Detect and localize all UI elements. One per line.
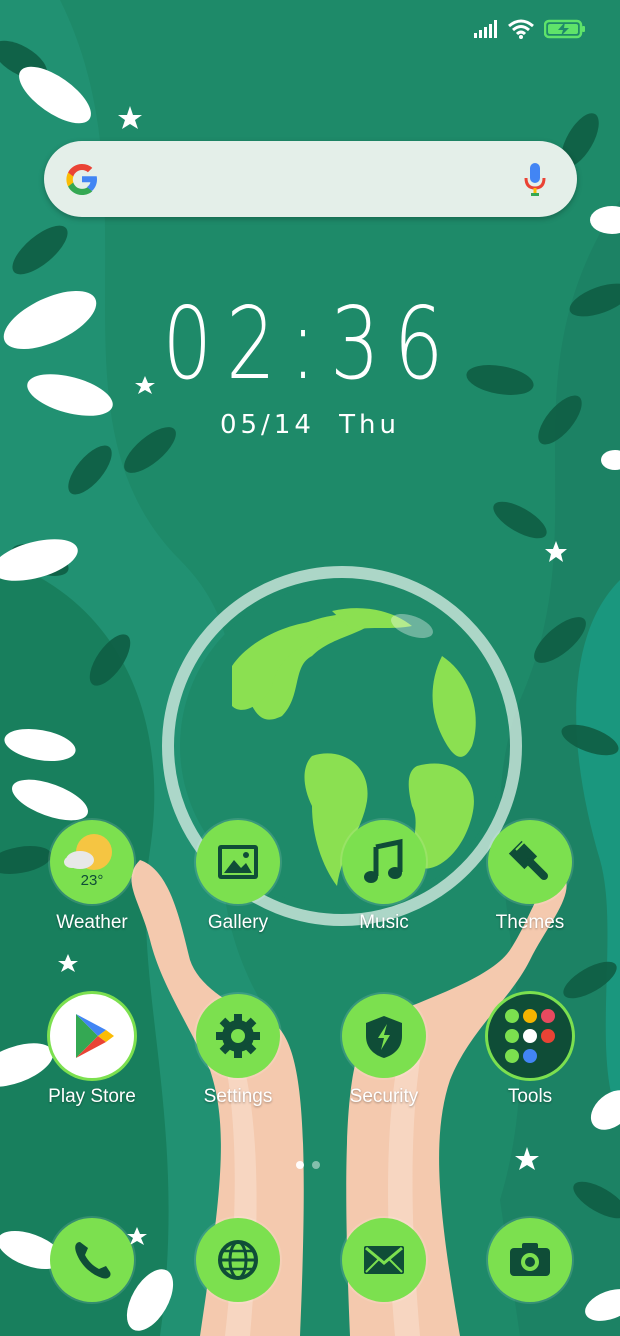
mic-icon[interactable] (523, 161, 547, 197)
phone-icon (50, 1218, 134, 1302)
google-search-bar[interactable] (44, 141, 577, 217)
app-label: Security (349, 1086, 419, 1107)
app-label: Tools (507, 1086, 553, 1107)
app-label: Weather (56, 912, 128, 933)
app-security[interactable]: Security (314, 994, 454, 1108)
battery-charging-icon (544, 19, 585, 39)
app-themes[interactable]: Themes (460, 820, 600, 934)
gallery-icon (196, 820, 280, 904)
app-music[interactable]: Music (314, 820, 454, 934)
status-bar (474, 14, 586, 44)
page-dot[interactable] (312, 1161, 320, 1169)
day-text: Thu (339, 410, 401, 440)
app-play-store[interactable]: Play Store (22, 994, 162, 1108)
app-weather[interactable]: 23° Weather (22, 820, 162, 934)
clock-time[interactable]: 02:36 (68, 284, 552, 404)
folder-icon (488, 994, 572, 1078)
wifi-icon (508, 19, 534, 39)
app-gallery[interactable]: Gallery (168, 820, 308, 934)
play-store-icon (50, 994, 134, 1078)
clock-date[interactable]: 05/14 Thu (0, 410, 620, 440)
app-label: Settings (203, 1086, 273, 1107)
page-dot-active[interactable] (296, 1161, 304, 1169)
app-label: Themes (495, 912, 565, 933)
music-note-icon (342, 820, 426, 904)
home-screen: 02:36 05/14 Thu 23° Weather Gallery Musi… (0, 0, 620, 1336)
dock-browser[interactable] (168, 1218, 308, 1302)
camera-icon (488, 1218, 572, 1302)
dock-camera[interactable] (460, 1218, 600, 1302)
app-label: Play Store (48, 1086, 136, 1107)
shield-icon (342, 994, 426, 1078)
dock-phone[interactable] (22, 1218, 162, 1302)
paintbrush-icon (488, 820, 572, 904)
weather-temperature: 23° (80, 872, 104, 889)
app-label: Music (359, 912, 409, 933)
sun-cloud-icon (64, 834, 112, 870)
app-tools-folder[interactable]: Tools (460, 994, 600, 1108)
signal-icon (474, 20, 497, 38)
google-logo-icon (66, 164, 97, 195)
gear-icon (196, 994, 280, 1078)
globe-icon (196, 1218, 280, 1302)
envelope-icon (342, 1218, 426, 1302)
app-label: Gallery (207, 912, 269, 933)
weather-widget-icon: 23° (50, 820, 134, 904)
page-indicator[interactable] (296, 1161, 320, 1169)
app-settings[interactable]: Settings (168, 994, 308, 1108)
dock-mail[interactable] (314, 1218, 454, 1302)
date-text: 05/14 (219, 410, 315, 440)
